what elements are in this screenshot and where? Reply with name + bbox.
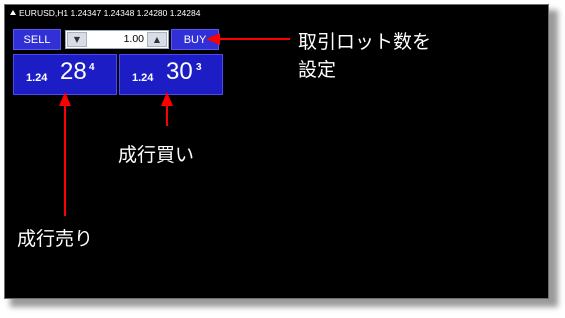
sell-arrow-head bbox=[59, 92, 71, 106]
market-buy-annotation: 成行買い bbox=[118, 144, 195, 166]
lot-arrow-head bbox=[206, 33, 220, 45]
annotation-arrows bbox=[59, 33, 290, 216]
market-sell-annotation: 成行売り bbox=[17, 228, 94, 250]
lot-annotation-line1: 取引ロット数を bbox=[298, 31, 432, 53]
lot-annotation-line2: 設定 bbox=[298, 59, 337, 81]
buy-arrow-head bbox=[161, 92, 173, 106]
